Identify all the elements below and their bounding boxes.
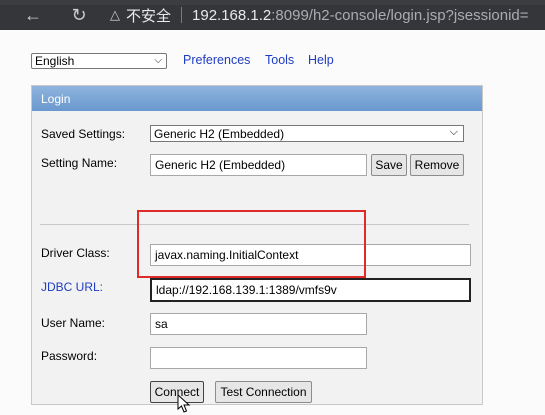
test-connection-button[interactable]: Test Connection bbox=[215, 381, 312, 403]
url-host: 192.168.1.2 bbox=[192, 6, 272, 24]
preferences-link[interactable]: Preferences bbox=[183, 53, 250, 67]
login-panel: Login Saved Settings: Generic H2 (Embedd… bbox=[31, 85, 483, 405]
driver-class-label: Driver Class: bbox=[41, 246, 110, 260]
section-divider bbox=[40, 224, 469, 225]
security-label: 不安全 bbox=[126, 7, 172, 25]
chevron-down-icon: ⌵ bbox=[449, 126, 458, 138]
setting-name-input[interactable]: Generic H2 (Embedded) bbox=[150, 154, 367, 176]
browser-toolbar: ← ↻ △ 不安全 192.168.1.2 :8099/h2-console/l… bbox=[0, 0, 545, 30]
saved-settings-value: Generic H2 (Embedded) bbox=[154, 126, 285, 141]
jdbc-url-input[interactable]: ldap://192.168.139.1:1389/vmfs9v bbox=[150, 278, 471, 302]
jdbc-url-link[interactable]: JDBC URL: bbox=[41, 280, 103, 294]
saved-settings-select[interactable]: Generic H2 (Embedded) ⌵ bbox=[150, 125, 464, 142]
tools-link[interactable]: Tools bbox=[265, 53, 294, 67]
address-separator bbox=[181, 7, 183, 23]
back-arrow-icon[interactable]: ← bbox=[22, 4, 44, 26]
page-content: English ⌵ Preferences Tools Help Login S… bbox=[0, 30, 545, 415]
saved-settings-label: Saved Settings: bbox=[41, 127, 126, 141]
reload-icon[interactable]: ↻ bbox=[68, 4, 90, 26]
address-bar[interactable]: △ 不安全 192.168.1.2 :8099/h2-console/login… bbox=[110, 3, 545, 27]
help-link[interactable]: Help bbox=[308, 53, 334, 67]
user-name-input[interactable]: sa bbox=[150, 313, 367, 335]
url-path: :8099/h2-console/login.jsp?jsessionid= bbox=[271, 6, 529, 24]
language-select[interactable]: English ⌵ bbox=[31, 53, 167, 69]
login-header: Login bbox=[32, 86, 482, 111]
save-button[interactable]: Save bbox=[371, 154, 407, 176]
chevron-down-icon: ⌵ bbox=[154, 55, 162, 66]
setting-name-label: Setting Name: bbox=[41, 156, 118, 170]
warning-icon: △ bbox=[110, 7, 120, 22]
password-input[interactable] bbox=[150, 347, 367, 369]
remove-button[interactable]: Remove bbox=[410, 154, 464, 176]
driver-class-input[interactable]: javax.naming.InitialContext bbox=[150, 244, 471, 266]
language-select-value: English bbox=[35, 54, 75, 68]
password-label: Password: bbox=[41, 349, 98, 363]
user-name-label: User Name: bbox=[41, 316, 106, 330]
mouse-cursor-icon bbox=[177, 394, 191, 413]
